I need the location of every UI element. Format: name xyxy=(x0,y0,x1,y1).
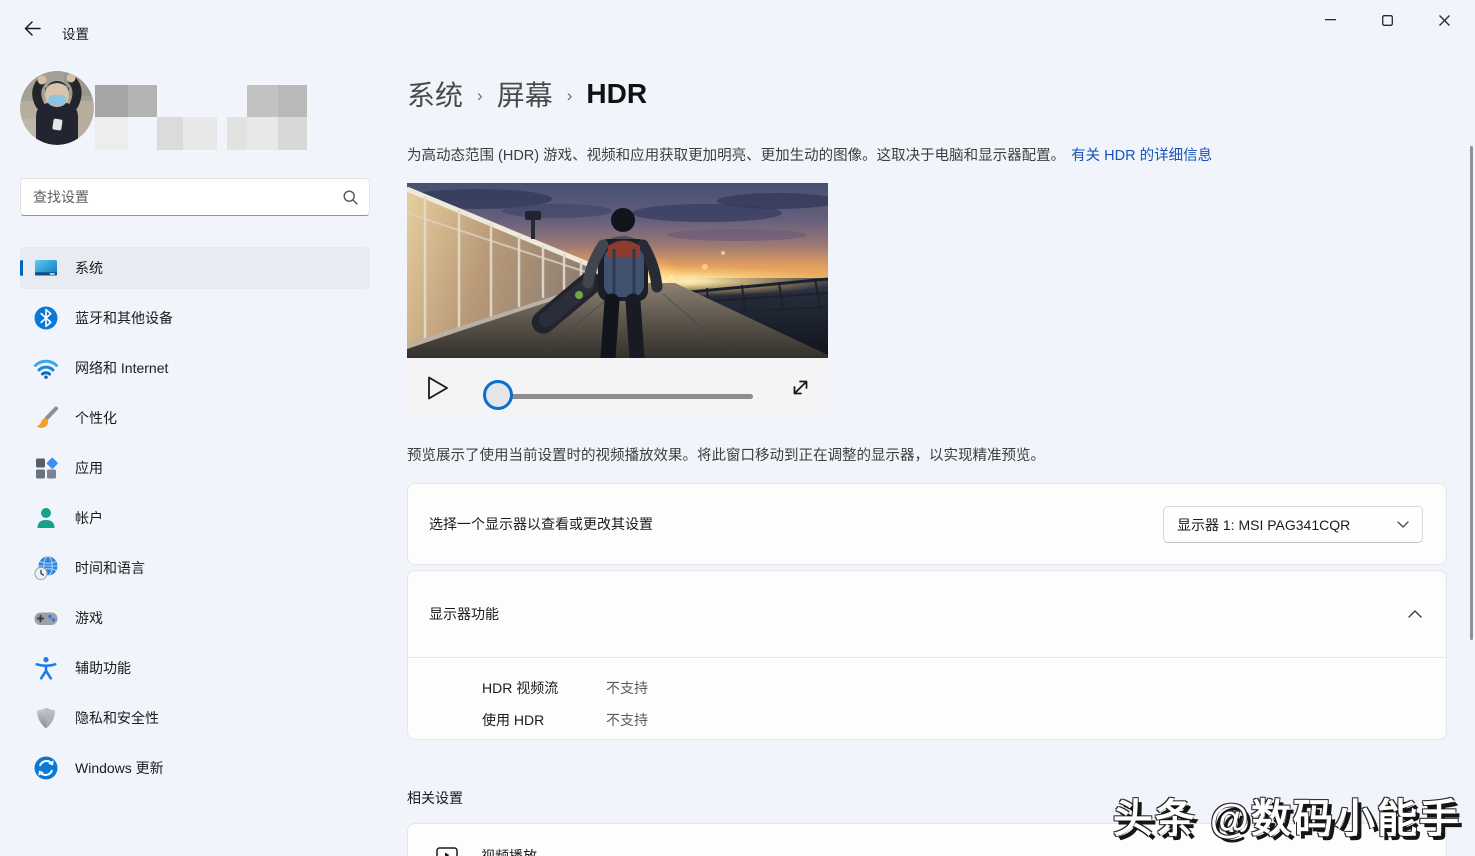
app-title: 设置 xyxy=(62,27,89,42)
display-icon xyxy=(35,260,57,276)
close-icon xyxy=(1439,14,1450,26)
maximize-button[interactable] xyxy=(1359,0,1416,40)
shield-icon xyxy=(37,707,55,729)
sidebar: 系统 蓝牙和其他设备 网络和 Internet 个性化 应用 帐户 xyxy=(0,56,407,856)
sidebar-item-label: 系统 xyxy=(75,260,103,276)
redacted-username xyxy=(95,85,310,150)
capability-name: 使用 HDR xyxy=(482,712,545,728)
minimize-button[interactable] xyxy=(1302,0,1359,40)
avatar[interactable] xyxy=(20,71,94,145)
chevron-up-icon xyxy=(1408,610,1422,618)
close-button[interactable] xyxy=(1416,0,1473,40)
search-input[interactable] xyxy=(21,179,369,215)
minimize-icon xyxy=(1325,19,1336,21)
related-item-label: 视频播放 xyxy=(481,848,537,856)
play-icon xyxy=(428,376,448,400)
breadcrumb-display[interactable]: 屏幕 xyxy=(497,74,553,114)
video-playback-icon xyxy=(436,847,458,856)
fullscreen-button[interactable] xyxy=(786,373,814,401)
vertical-scrollbar[interactable] xyxy=(1470,146,1473,640)
sidebar-item-network[interactable]: 网络和 Internet xyxy=(20,347,370,389)
sidebar-item-accounts[interactable]: 帐户 xyxy=(20,497,370,539)
sidebar-item-label: 个性化 xyxy=(75,410,117,426)
sidebar-item-personalization[interactable]: 个性化 xyxy=(20,397,370,439)
sidebar-item-accessibility[interactable]: 辅助功能 xyxy=(20,647,370,689)
capability-row-use-hdr: 使用 HDR 不支持 xyxy=(482,704,1446,736)
sidebar-item-apps[interactable]: 应用 xyxy=(20,447,370,489)
sidebar-nav: 系统 蓝牙和其他设备 网络和 Internet 个性化 应用 帐户 时间和语言 … xyxy=(20,247,370,797)
capability-value: 不支持 xyxy=(606,712,648,728)
back-button[interactable] xyxy=(14,12,50,44)
breadcrumb-system[interactable]: 系统 xyxy=(407,74,463,114)
arrow-left-icon xyxy=(24,20,41,36)
apps-icon xyxy=(36,457,58,479)
search-icon xyxy=(343,190,358,205)
sidebar-item-bluetooth[interactable]: 蓝牙和其他设备 xyxy=(20,297,370,339)
video-player-controls xyxy=(407,358,828,417)
sidebar-item-label: 隐私和安全性 xyxy=(75,710,159,726)
chevron-down-icon xyxy=(1397,521,1409,528)
brush-icon xyxy=(36,406,58,428)
avatar-photo xyxy=(20,71,94,145)
sidebar-item-label: Windows 更新 xyxy=(75,760,164,776)
display-capabilities-header[interactable]: 显示器功能 xyxy=(408,571,1446,658)
sidebar-item-label: 时间和语言 xyxy=(75,560,145,576)
titlebar: 设置 xyxy=(0,0,1475,56)
globe-clock-icon xyxy=(34,555,58,580)
seek-thumb[interactable] xyxy=(483,380,513,410)
sidebar-item-label: 应用 xyxy=(75,460,103,476)
search-box xyxy=(20,178,370,216)
gamepad-icon xyxy=(34,612,58,625)
sidebar-item-privacy[interactable]: 隐私和安全性 xyxy=(20,697,370,739)
video-preview-frame xyxy=(407,183,828,358)
sidebar-item-label: 蓝牙和其他设备 xyxy=(75,310,173,326)
display-selector-dropdown[interactable]: 显示器 1: MSI PAG341CQR xyxy=(1163,506,1423,543)
dropdown-value: 显示器 1: MSI PAG341CQR xyxy=(1177,516,1351,533)
fullscreen-icon xyxy=(793,380,807,394)
description-text: 为高动态范围 (HDR) 游戏、视频和应用获取更加明亮、更加生动的图像。这取决于… xyxy=(407,148,1066,164)
capabilities-rows: HDR 视频流 不支持 使用 HDR 不支持 xyxy=(408,658,1446,736)
related-settings-title: 相关设置 xyxy=(407,790,463,806)
capability-row-hdr-video: HDR 视频流 不支持 xyxy=(482,672,1446,704)
breadcrumb-separator-icon: › xyxy=(477,86,483,105)
capability-value: 不支持 xyxy=(606,680,648,696)
capability-name: HDR 视频流 xyxy=(482,680,559,696)
sidebar-item-label: 网络和 Internet xyxy=(75,360,169,376)
sidebar-item-time-language[interactable]: 时间和语言 xyxy=(20,547,370,589)
window-controls xyxy=(1302,0,1473,40)
breadcrumb-separator-icon: › xyxy=(566,86,573,105)
display-selector-card: 选择一个显示器以查看或更改其设置 显示器 1: MSI PAG341CQR xyxy=(407,483,1447,565)
sidebar-item-label: 辅助功能 xyxy=(75,660,131,676)
play-button[interactable] xyxy=(423,373,453,403)
person-icon xyxy=(37,508,55,528)
sidebar-item-label: 帐户 xyxy=(75,510,103,526)
watermark: 头条 @数码小能手 xyxy=(1112,797,1461,841)
accessibility-icon xyxy=(35,657,57,680)
hdr-video-preview[interactable] xyxy=(407,183,828,358)
seek-bar[interactable] xyxy=(497,394,753,399)
bluetooth-icon xyxy=(34,306,58,330)
sidebar-item-windows-update[interactable]: Windows 更新 xyxy=(20,747,370,789)
breadcrumb: 系统 › 屏幕 › HDR xyxy=(407,74,647,114)
sidebar-item-system[interactable]: 系统 xyxy=(20,247,370,289)
page-description: 为高动态范围 (HDR) 游戏、视频和应用获取更加明亮、更加生动的图像。这取决于… xyxy=(407,144,1212,165)
display-capabilities-title: 显示器功能 xyxy=(429,606,499,622)
collapse-button[interactable] xyxy=(1408,610,1422,618)
preview-caption: 预览展示了使用当前设置时的视频播放效果。将此窗口移动到正在调整的显示器，以实现精… xyxy=(407,448,1045,464)
page-title: HDR xyxy=(586,78,648,109)
display-selector-label: 选择一个显示器以查看或更改其设置 xyxy=(429,516,653,532)
wifi-icon xyxy=(34,359,58,379)
hdr-info-link[interactable]: 有关 HDR 的详细信息 xyxy=(1071,148,1212,164)
settings-window: 设置 查找设置 系统 蓝牙和其他设备 网络和 Internet 个性化 应用 帐… xyxy=(0,0,1475,856)
main-content: 系统 › 屏幕 › HDR 为高动态范围 (HDR) 游戏、视频和应用获取更加明… xyxy=(407,56,1475,856)
sync-icon xyxy=(34,756,58,780)
maximize-icon xyxy=(1382,14,1393,26)
sidebar-item-label: 游戏 xyxy=(75,610,103,626)
sidebar-item-gaming[interactable]: 游戏 xyxy=(20,597,370,639)
display-capabilities-card: 显示器功能 HDR 视频流 不支持 使用 HDR 不支持 xyxy=(407,570,1447,740)
